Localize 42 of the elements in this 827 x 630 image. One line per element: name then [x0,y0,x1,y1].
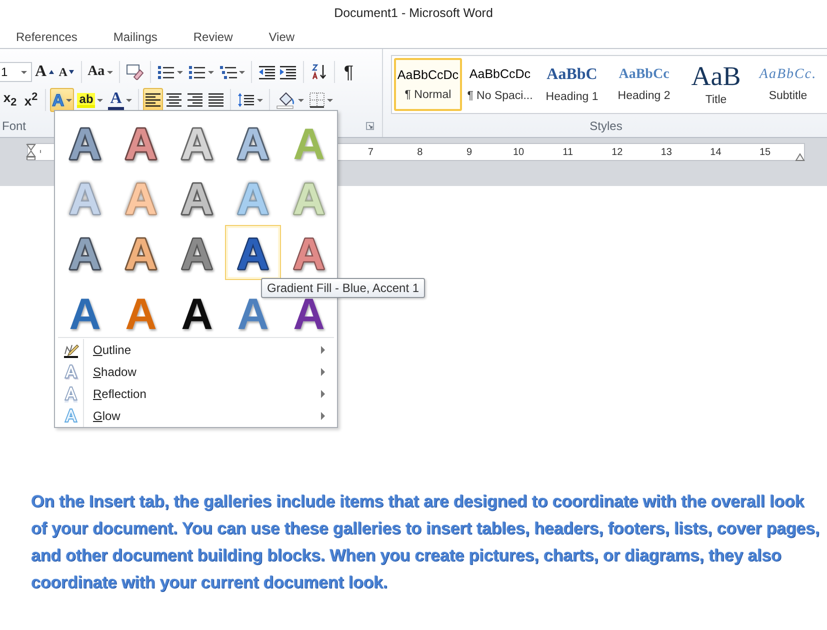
style-option[interactable]: AaBbC Heading 1 [538,58,606,111]
borders-icon [308,92,325,108]
reflection-icon [63,385,79,403]
align-left-button[interactable] [142,88,163,112]
style-option[interactable]: AaBbCcDc ¶ No Spaci... [466,58,534,111]
text-effect-swatch[interactable]: A [225,225,281,280]
glow-icon [63,407,79,425]
document-paragraph: On the Insert tab, the galleries include items that are designed to coordinate with the overall look of your document. You can use these galleries to insert tables, headers, footers, lists, cover pages, and other document building blocks. When you create pictures, charts, or diagrams, they also coordinate with your current document look. [31,491,821,594]
dialog-launcher-icon[interactable] [366,122,374,130]
pen-icon [63,342,79,358]
ribbon-tab[interactable]: Mailings [110,26,160,46]
group-label: Font [2,119,26,133]
ribbon-tab[interactable]: References [13,26,80,46]
subscript-button[interactable]: x$_{2}$ [0,88,20,112]
list-icon [156,64,175,80]
group-label: Styles [590,119,622,133]
tooltip: Gradient Fill - Blue, Accent 1 [261,278,426,298]
indent-marker-icon[interactable] [26,144,36,160]
style-option[interactable]: AaBbCcDc ¶ Normal [394,58,462,111]
shrink-font-button[interactable]: A [56,60,77,84]
down-triangle-icon [69,70,74,74]
list-icon [188,64,206,80]
style-option[interactable]: AaBbCc. Subtitle [754,58,822,111]
list-icon [218,64,237,80]
right-indent-marker-icon[interactable] [795,153,805,161]
line-spacing-icon [236,92,255,108]
grow-font-button[interactable]: A [33,60,56,84]
ribbon-tab[interactable]: View [266,26,298,46]
superscript-button[interactable]: x$^{2}$ [21,88,41,112]
window-title: Document1 - Microsoft Word [334,6,493,20]
up-triangle-icon [48,70,54,74]
menu-item[interactable]: Glow [58,405,334,427]
menu-item[interactable]: Shadow [58,361,334,383]
style-option[interactable]: AaBbCc Heading 2 [610,58,678,111]
shadow-icon [63,363,79,381]
ribbon-tab[interactable]: Review [190,26,236,46]
style-option[interactable]: AaB Title [682,58,750,111]
show-marks-button[interactable]: ¶ [338,60,359,84]
menu-item[interactable]: Outline [58,339,334,361]
change-case-button[interactable]: Aa [86,60,115,84]
font-size-field[interactable]: 1 [0,62,32,82]
menu-item[interactable]: Reflection [58,383,334,405]
